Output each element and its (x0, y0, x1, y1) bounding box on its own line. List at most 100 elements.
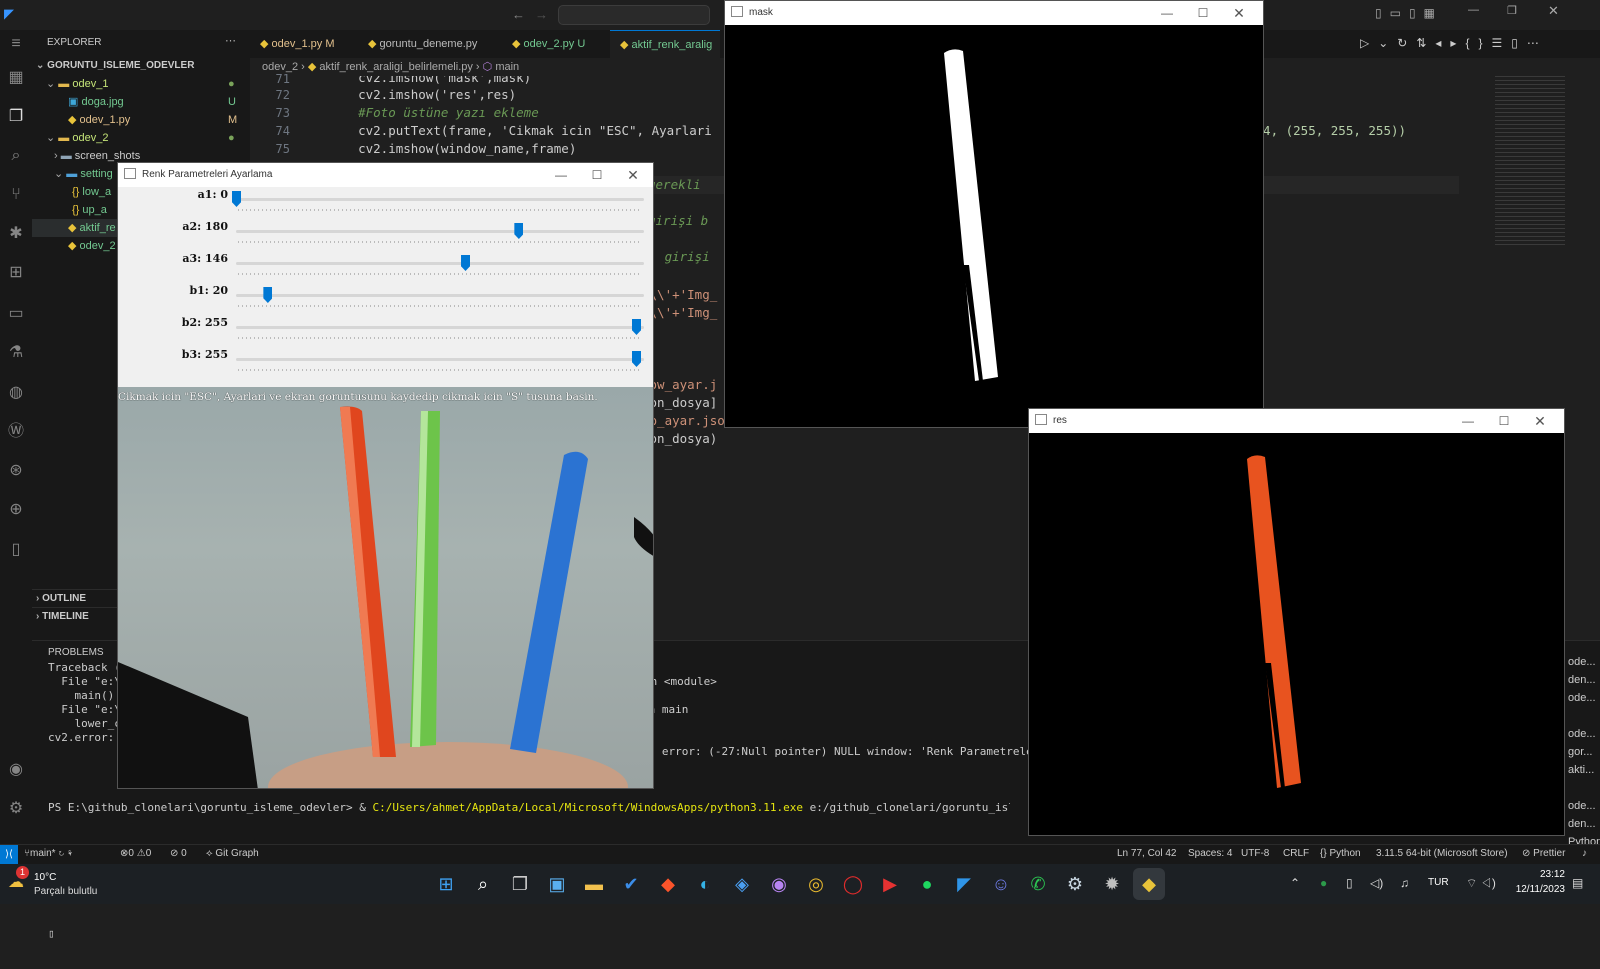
slider-track[interactable] (236, 358, 644, 361)
discord-alt-icon[interactable]: ◉ (763, 868, 795, 900)
settings-icon[interactable]: ✹ (1096, 868, 1128, 900)
minimize-button[interactable]: — (543, 163, 579, 187)
git-graph-icon[interactable]: ⊛ (4, 459, 28, 483)
taskbar-search-icon[interactable]: ⌕ (467, 868, 499, 900)
source-control-icon[interactable]: ⑂ (4, 183, 28, 207)
clock-time[interactable]: 23:12 (1510, 869, 1565, 880)
spotify-icon[interactable]: ● (911, 868, 943, 900)
minimize-button[interactable]: — (1468, 4, 1479, 16)
minimap[interactable] (1495, 76, 1565, 246)
tree-item-odev2-folder[interactable]: ⌄ ▬ odev_2 ● (32, 129, 250, 147)
git-lens-icon[interactable]: ◍ (4, 381, 28, 405)
maximize-button[interactable]: ☐ (579, 163, 615, 187)
eol[interactable]: CRLF (1283, 848, 1309, 859)
network-volume-icon[interactable]: ⌔ ◁) (1466, 876, 1496, 891)
testing-icon[interactable]: ⚗ (4, 341, 28, 365)
chrome-icon[interactable]: ◎ (800, 868, 832, 900)
slider-track[interactable] (236, 326, 644, 329)
start-button-icon[interactable]: ⊞ (430, 868, 462, 900)
tab-odev1[interactable]: ◆ odev_1.py M (250, 30, 358, 58)
maximize-button[interactable]: ☐ (1185, 1, 1221, 25)
close-button[interactable]: ✕ (1548, 3, 1559, 19)
file-explorer-icon[interactable]: ▬ (578, 868, 610, 900)
breadcrumb[interactable]: odev_2 › ◆ aktif_renk_araligi_belirlemel… (262, 60, 519, 73)
language-indicator[interactable]: TUR (1428, 877, 1449, 888)
python-interpreter[interactable]: 3.11.5 64-bit (Microsoft Store) (1376, 848, 1508, 859)
res-window[interactable]: res — ☐ ✕ (1028, 408, 1565, 836)
slider-track[interactable] (236, 294, 644, 297)
tray-chevron-icon[interactable]: ⌃ (1290, 876, 1300, 890)
usb-icon[interactable]: ▯ (1346, 876, 1353, 890)
mask-window[interactable]: mask — ☐ ✕ (724, 0, 1264, 428)
menu-icon[interactable]: ≡ (4, 32, 28, 56)
back-arrow-icon[interactable]: ← (512, 7, 525, 22)
slider-thumb[interactable] (632, 351, 641, 367)
slider-thumb[interactable] (632, 319, 641, 335)
tab-goruntu-deneme[interactable]: ◆ goruntu_deneme.py (358, 30, 502, 58)
discord-icon[interactable]: ☺ (985, 868, 1017, 900)
slider-thumb[interactable] (263, 287, 273, 303)
branch-indicator[interactable]: ⑂main* ↻ ⚘ (24, 848, 73, 859)
remote-icon[interactable]: ⟩⟨ (0, 845, 18, 864)
explorer-icon[interactable]: ❐ (4, 105, 28, 129)
minimize-button[interactable]: — (1149, 1, 1185, 25)
slider-thumb[interactable] (232, 191, 241, 207)
tree-item-odev1-folder[interactable]: ⌄ ▬ odev_1 ● (32, 75, 250, 93)
temperature[interactable]: 10°C (34, 872, 56, 883)
brave-icon[interactable]: ◆ (652, 868, 684, 900)
git-graph-button[interactable]: ⟡ Git Graph (206, 848, 259, 859)
slider-track[interactable] (236, 198, 644, 201)
extensions-icon[interactable]: ⊞ (4, 261, 28, 285)
maximize-button[interactable]: ☐ (1486, 409, 1522, 433)
debug-icon[interactable]: ✱ (4, 222, 28, 246)
vscode-taskbar-icon[interactable]: ◤ (948, 868, 980, 900)
tree-item-odev1-py[interactable]: ◆ odev_1.py M (32, 111, 250, 129)
forward-arrow-icon[interactable]: → (535, 7, 548, 22)
terminal-list[interactable]: ode... den... ode... ode... gor... akti... o… (1568, 653, 1600, 851)
tray-app-icon[interactable]: ● (1320, 876, 1327, 890)
close-button[interactable]: ✕ (1221, 1, 1257, 25)
indentation[interactable]: Spaces: 4 (1188, 848, 1232, 859)
more-actions-icon[interactable]: ⋯ (225, 34, 236, 47)
youtube-icon[interactable]: ▶ (874, 868, 906, 900)
extensions-grid-icon[interactable]: ▦ (4, 66, 28, 90)
clock-date[interactable]: 12/11/2023 (1505, 884, 1565, 895)
encoding[interactable]: UTF-8 (1241, 848, 1269, 859)
python-icon[interactable]: ◆ (1133, 868, 1165, 900)
minimize-button[interactable]: — (1450, 409, 1486, 433)
volume-tray-icon[interactable]: ◁) (1370, 876, 1383, 890)
opera-icon[interactable]: ◯ (837, 868, 869, 900)
mic-icon[interactable]: ♫ (1400, 876, 1409, 890)
prettier[interactable]: ⊘ Prettier (1522, 848, 1565, 859)
language-mode[interactable]: {} Python (1320, 848, 1361, 859)
steam-icon[interactable]: ⚙ (1059, 868, 1091, 900)
trackbar-window[interactable]: Renk Parametreleri Ayarlama — ☐ ✕ a1: 0a… (117, 162, 654, 789)
weather-text[interactable]: Parçalı bulutlu (34, 886, 97, 897)
bookmark-icon[interactable]: ▯ (4, 538, 28, 562)
account-icon[interactable]: ◉ (4, 758, 28, 782)
todo-icon[interactable]: ✔ (615, 868, 647, 900)
workspace-root[interactable]: ⌄ GORUNTU_ISLEME_ODEVLER (32, 57, 250, 75)
tab-aktif-renk[interactable]: ◆ aktif_renk_aralig (610, 30, 720, 58)
whatsapp-icon[interactable]: ✆ (1022, 868, 1054, 900)
restore-button[interactable]: ❐ (1507, 4, 1517, 17)
bird-icon[interactable]: ◈ (726, 868, 758, 900)
ports-indicator[interactable]: ⊘ 0 (170, 848, 187, 859)
wordpress-icon[interactable]: Ⓦ (4, 420, 28, 444)
slider-thumb[interactable] (461, 255, 471, 271)
edge-icon[interactable]: ◐ (689, 868, 721, 900)
git-history-icon[interactable]: ⊕ (4, 498, 28, 522)
editor-actions-icons[interactable]: ▷⌄↻⇅◂▸{}☰▯⋯ (1360, 36, 1548, 50)
layout-toggle-icons[interactable]: ▯▭▯▦ (1375, 6, 1443, 20)
slider-thumb[interactable] (514, 223, 524, 239)
notification-center-icon[interactable]: ▤ (1572, 876, 1583, 890)
tree-item-doga-jpg[interactable]: ▣ doga.jpg U (32, 93, 250, 111)
slider-track[interactable] (236, 262, 644, 265)
close-button[interactable]: ✕ (1522, 409, 1558, 433)
cursor-position[interactable]: Ln 77, Col 42 (1117, 848, 1177, 859)
slider-track[interactable] (236, 230, 644, 233)
store-icon[interactable]: ▣ (541, 868, 573, 900)
manage-gear-icon[interactable]: ⚙ (4, 797, 28, 821)
notifications-icon[interactable]: ♪ (1582, 848, 1587, 859)
task-view-icon[interactable]: ❐ (504, 868, 536, 900)
